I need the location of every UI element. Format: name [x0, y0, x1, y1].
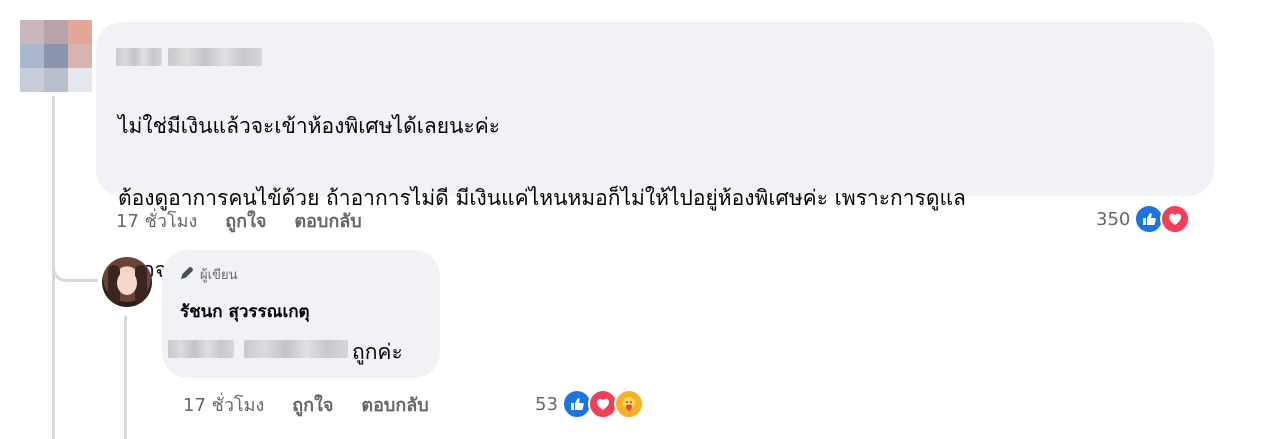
thread-elbow: [52, 250, 98, 282]
author-badge: ผู้เขียน: [180, 264, 237, 285]
love-icon: [1160, 204, 1191, 234]
commenter-name-blurred[interactable]: [168, 48, 262, 66]
reaction-summary[interactable]: 350: [1096, 204, 1191, 234]
reply-actions: 17 ชั่วโมง ถูกใจ ตอบกลับ: [183, 390, 429, 419]
reply-author-name[interactable]: รัชนก สุวรรณเกตุ: [180, 298, 310, 325]
avatar[interactable]: [20, 20, 92, 92]
tagged-name-blurred[interactable]: [168, 340, 234, 358]
author-avatar[interactable]: [102, 257, 152, 307]
comment-text-line: ไม่ใช่มีเงินแล้วจะเข้าห้องพิเศษได้เลยนะค…: [118, 114, 501, 138]
reaction-summary[interactable]: 53: [535, 389, 644, 419]
reply-timestamp[interactable]: 17 ชั่วโมง: [183, 390, 264, 419]
commenter-name-blurred[interactable]: [116, 48, 162, 66]
reaction-count: 53: [535, 393, 558, 415]
like-button[interactable]: ถูกใจ: [225, 206, 266, 235]
reaction-count: 350: [1096, 208, 1131, 230]
comment-timestamp[interactable]: 17 ชั่วโมง: [116, 206, 197, 235]
reply-thread-line: [124, 316, 127, 439]
pencil-icon: [180, 266, 194, 284]
author-badge-label: ผู้เขียน: [200, 268, 238, 283]
reply-text: ถูกค่ะ: [352, 340, 403, 364]
reply-button[interactable]: ตอบกลับ: [361, 390, 428, 419]
comment-actions: 17 ชั่วโมง ถูกใจ ตอบกลับ: [116, 206, 362, 235]
reply-button[interactable]: ตอบกลับ: [294, 206, 361, 235]
care-icon: [613, 389, 644, 419]
tagged-name-blurred[interactable]: [244, 340, 348, 358]
comment-thread: ไม่ใช่มีเงินแล้วจะเข้าห้องพิเศษได้เลยนะค…: [0, 0, 1280, 439]
like-button[interactable]: ถูกใจ: [292, 390, 333, 419]
